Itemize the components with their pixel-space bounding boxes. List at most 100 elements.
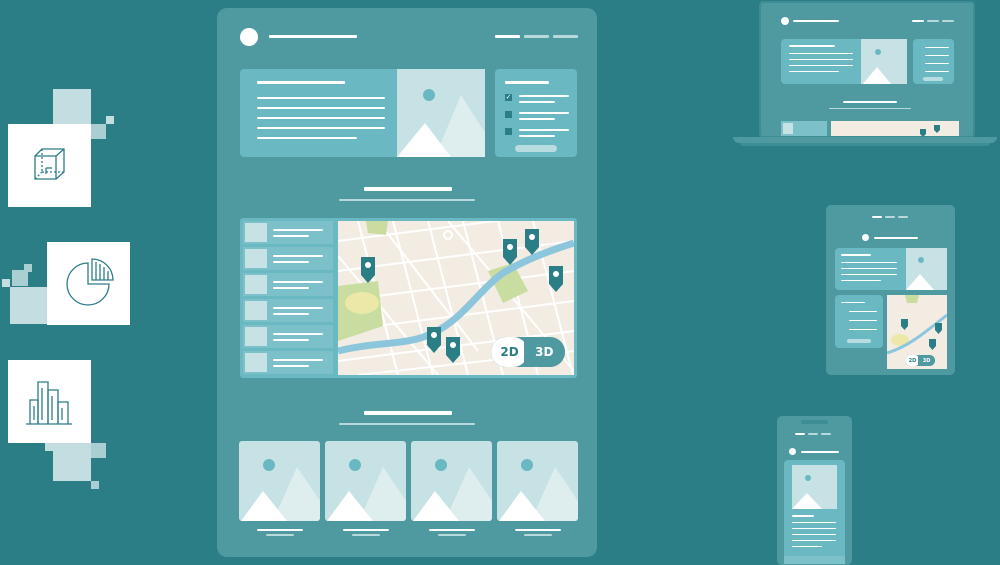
map-pin-icon[interactable] (427, 327, 441, 353)
pie-chart-icon (66, 258, 114, 306)
location-thumb (245, 275, 267, 294)
map-pin-icon (901, 319, 908, 330)
hero-card (781, 39, 907, 84)
location-title-line (273, 229, 323, 231)
location-title-line (273, 359, 323, 361)
location-list (243, 221, 333, 375)
location-list-item[interactable] (243, 351, 333, 374)
gallery-image[interactable] (497, 441, 578, 521)
location-list-item[interactable] (243, 273, 333, 296)
hero-text-line (789, 53, 853, 54)
location-list-item[interactable] (243, 221, 333, 244)
map-pin-icon[interactable] (525, 229, 539, 255)
image-placeholder-icon (413, 459, 492, 521)
nav-item (942, 20, 954, 22)
city-tile (8, 360, 91, 443)
caption-line (438, 534, 466, 536)
checklist-item-line (925, 71, 949, 72)
hero-image-placeholder (792, 465, 837, 509)
gallery-image[interactable] (411, 441, 492, 521)
toggle-3d[interactable]: 3D (523, 337, 565, 367)
nav-item (912, 20, 924, 22)
decor-square (91, 481, 99, 489)
location-list-item[interactable] (243, 325, 333, 348)
checklist-item-line (519, 112, 569, 114)
hero-text-line (257, 107, 385, 109)
nav-item (872, 216, 882, 218)
checklist-card (835, 295, 883, 348)
nav-item (808, 433, 818, 435)
mini-view-toggle: 2D 3D (905, 355, 935, 366)
location-thumb (245, 301, 267, 320)
logo-dot (240, 28, 258, 46)
checklist-item-line (925, 63, 949, 64)
map-view[interactable]: 2D 3D (338, 221, 574, 375)
phone-bottom-bar (784, 556, 845, 564)
hero-text-line (792, 540, 836, 541)
map-pin-icon (935, 323, 942, 334)
checkbox[interactable] (505, 111, 512, 118)
checkbox-checked[interactable]: ✓ (505, 94, 512, 101)
nav-item[interactable] (553, 35, 578, 38)
caption-line (429, 529, 475, 531)
map-pin-icon[interactable] (549, 266, 563, 292)
submit-button[interactable] (515, 145, 557, 152)
location-text-line (273, 339, 309, 341)
location-text-line (273, 365, 309, 367)
city-buildings-icon (26, 381, 72, 425)
hero-image-placeholder (861, 39, 907, 84)
location-list-item[interactable] (243, 247, 333, 270)
gallery-image[interactable] (239, 441, 320, 521)
caption-line (515, 529, 561, 531)
location-thumb (783, 123, 793, 134)
caption-line (343, 529, 389, 531)
hero-text-line (789, 59, 853, 60)
location-thumb (245, 249, 267, 268)
caption-line (352, 534, 380, 536)
map-pin-icon[interactable] (503, 239, 517, 265)
map-pin-icon (920, 129, 926, 137)
checklist-item-line (519, 101, 555, 103)
decor-square (2, 279, 10, 287)
decor-square (45, 443, 53, 451)
cube-icon (34, 148, 65, 180)
gallery-image[interactable] (325, 441, 406, 521)
image-placeholder-icon (327, 459, 406, 521)
hero-text-line (257, 137, 357, 139)
laptop-preview (759, 1, 975, 138)
map-pin-icon[interactable] (361, 257, 375, 283)
caption-line (524, 534, 552, 536)
nav-item[interactable] (524, 35, 549, 38)
toggle-2d[interactable]: 2D (491, 337, 528, 367)
submit-button (847, 339, 871, 343)
logo-dot (781, 17, 789, 25)
location-title-line (273, 333, 323, 335)
map-pin-icon[interactable] (446, 337, 460, 363)
site-title-line (269, 35, 357, 38)
phone-notch (801, 420, 828, 424)
nav-item (821, 433, 831, 435)
logo-dot (862, 234, 869, 241)
checklist-item-line (519, 135, 555, 137)
location-text-line (273, 313, 309, 315)
nav-item-active[interactable] (495, 35, 520, 38)
location-thumb (245, 327, 267, 346)
location-thumb (245, 223, 267, 242)
section-heading-line (364, 411, 452, 415)
view-mode-toggle[interactable]: 2D 3D (491, 337, 565, 367)
laptop-screen (767, 9, 967, 137)
map-section: 2D 3D (240, 218, 577, 378)
map-pin-icon (934, 125, 940, 133)
hero-text-line (841, 254, 871, 256)
nav-item (927, 20, 939, 22)
caption-line (257, 529, 303, 531)
section-subheading-line (829, 108, 911, 109)
image-placeholder-icon (792, 475, 822, 509)
decor-square (91, 124, 106, 139)
checkbox[interactable] (505, 128, 512, 135)
hero-text-line (841, 274, 897, 275)
image-placeholder-icon (397, 89, 485, 157)
location-list-item[interactable] (243, 299, 333, 322)
hero-text-line (257, 97, 385, 99)
hero-text-line (789, 65, 853, 66)
